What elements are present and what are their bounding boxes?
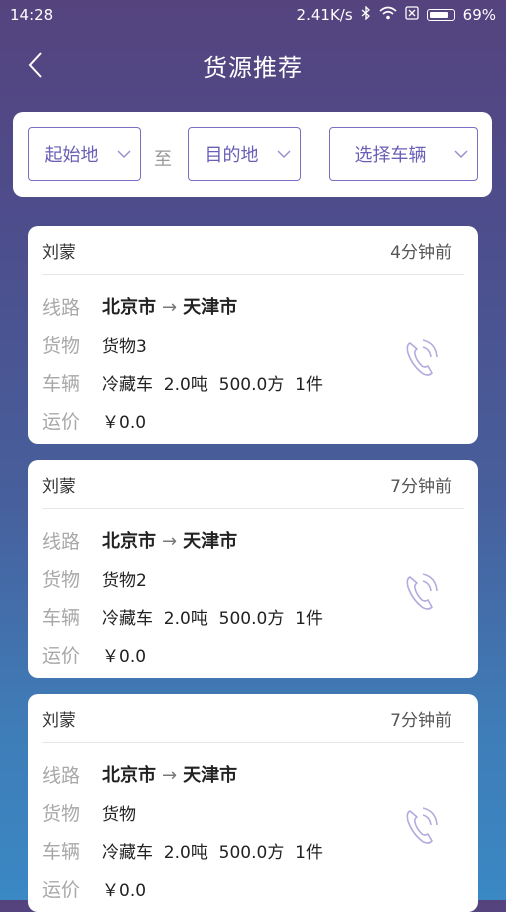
- card-header: 刘蒙 7分钟前: [42, 460, 464, 509]
- shipper-name: 刘蒙: [42, 476, 76, 497]
- price-row: 运价 ￥0.0: [42, 401, 464, 439]
- arrow-right-icon: →: [162, 765, 178, 786]
- post-time: 7分钟前: [390, 476, 452, 497]
- vehicle-select[interactable]: 选择车辆: [329, 127, 478, 181]
- vehicle-row: 车辆 冷藏车 2.0吨 500.0方 1件: [42, 831, 464, 869]
- vehicle-value: 冷藏车 2.0吨 500.0方 1件: [102, 842, 323, 863]
- cargo-label: 货物: [42, 802, 81, 825]
- cargo-card[interactable]: 刘蒙 7分钟前 线路 北京市 → 天津市 货物 货物2 车辆 冷藏车 2.0吨 50…: [28, 460, 478, 678]
- destination-select-label: 目的地: [204, 145, 259, 166]
- to-label: 至: [154, 149, 172, 170]
- cargo-label: 货物: [42, 334, 81, 357]
- vehicle-label: 车辆: [42, 606, 81, 629]
- phone-call-icon[interactable]: [402, 569, 440, 613]
- vehicle-label: 车辆: [42, 372, 81, 395]
- vehicle-label: 车辆: [42, 840, 81, 863]
- chevron-down-icon: [274, 149, 294, 159]
- origin-select-label: 起始地: [44, 145, 99, 166]
- card-header: 刘蒙 7分钟前: [42, 694, 464, 743]
- post-time: 4分钟前: [390, 242, 452, 263]
- shipper-name: 刘蒙: [42, 710, 76, 731]
- shipper-name: 刘蒙: [42, 242, 76, 263]
- header: 货源推荐: [0, 30, 506, 100]
- sim-icon: [405, 6, 419, 24]
- route-row: 线路 北京市 → 天津市: [42, 287, 464, 325]
- back-button[interactable]: [18, 48, 52, 82]
- price-label: 运价: [42, 878, 81, 901]
- cargo-value: 货物: [102, 804, 136, 825]
- route-label: 线路: [42, 764, 81, 787]
- phone-call-icon[interactable]: [402, 803, 440, 847]
- cargo-row: 货物 货物2: [42, 559, 464, 597]
- chevron-down-icon: [451, 149, 471, 159]
- bluetooth-icon: [361, 5, 371, 24]
- route-label: 线路: [42, 296, 81, 319]
- route-from: 北京市: [102, 765, 156, 786]
- route-row: 线路 北京市 → 天津市: [42, 521, 464, 559]
- battery-icon: [426, 9, 455, 21]
- destination-select[interactable]: 目的地: [188, 127, 301, 181]
- cargo-card[interactable]: 刘蒙 7分钟前 线路 北京市 → 天津市 货物 货物 车辆 冷藏车 2.0吨 500…: [28, 694, 478, 912]
- route-row: 线路 北京市 → 天津市: [42, 755, 464, 793]
- network-speed: 2.41K/s: [296, 6, 353, 24]
- arrow-right-icon: →: [162, 531, 178, 552]
- chevron-left-icon: [28, 52, 42, 78]
- cargo-card[interactable]: 刘蒙 4分钟前 线路 北京市 → 天津市 货物 货物3 车辆 冷藏车 2.0吨 50…: [28, 226, 478, 444]
- price-row: 运价 ￥0.0: [42, 635, 464, 673]
- vehicle-value: 冷藏车 2.0吨 500.0方 1件: [102, 374, 323, 395]
- price-label: 运价: [42, 410, 81, 433]
- card-header: 刘蒙 4分钟前: [42, 226, 464, 275]
- price-row: 运价 ￥0.0: [42, 869, 464, 907]
- status-indicators: 2.41K/s 69%: [296, 5, 496, 24]
- chevron-down-icon: [114, 149, 134, 159]
- vehicle-row: 车辆 冷藏车 2.0吨 500.0方 1件: [42, 363, 464, 401]
- vehicle-value: 冷藏车 2.0吨 500.0方 1件: [102, 608, 323, 629]
- cargo-row: 货物 货物: [42, 793, 464, 831]
- cargo-value: 货物3: [102, 336, 147, 357]
- status-time: 14:28: [10, 6, 54, 24]
- route-from: 北京市: [102, 297, 156, 318]
- price-value: ￥0.0: [102, 880, 147, 901]
- wifi-icon: [379, 6, 397, 24]
- phone-call-icon[interactable]: [402, 335, 440, 379]
- route-label: 线路: [42, 530, 81, 553]
- cargo-row: 货物 货物3: [42, 325, 464, 363]
- route-to: 天津市: [183, 765, 238, 786]
- arrow-right-icon: →: [162, 297, 178, 318]
- price-value: ￥0.0: [102, 412, 147, 433]
- status-bar: 14:28 2.41K/s 69%: [0, 0, 506, 30]
- battery-level: 69%: [462, 6, 496, 24]
- filter-panel: 起始地 至 目的地 选择车辆: [13, 112, 492, 197]
- price-value: ￥0.0: [102, 646, 147, 667]
- price-label: 运价: [42, 644, 81, 667]
- cargo-label: 货物: [42, 568, 81, 591]
- vehicle-select-label: 选择车辆: [354, 145, 427, 166]
- vehicle-row: 车辆 冷藏车 2.0吨 500.0方 1件: [42, 597, 464, 635]
- route-from: 北京市: [102, 531, 156, 552]
- route-to: 天津市: [183, 531, 238, 552]
- cargo-value: 货物2: [102, 570, 147, 591]
- post-time: 7分钟前: [390, 710, 452, 731]
- page-title: 货源推荐: [203, 53, 303, 82]
- route-to: 天津市: [183, 297, 238, 318]
- origin-select[interactable]: 起始地: [28, 127, 141, 181]
